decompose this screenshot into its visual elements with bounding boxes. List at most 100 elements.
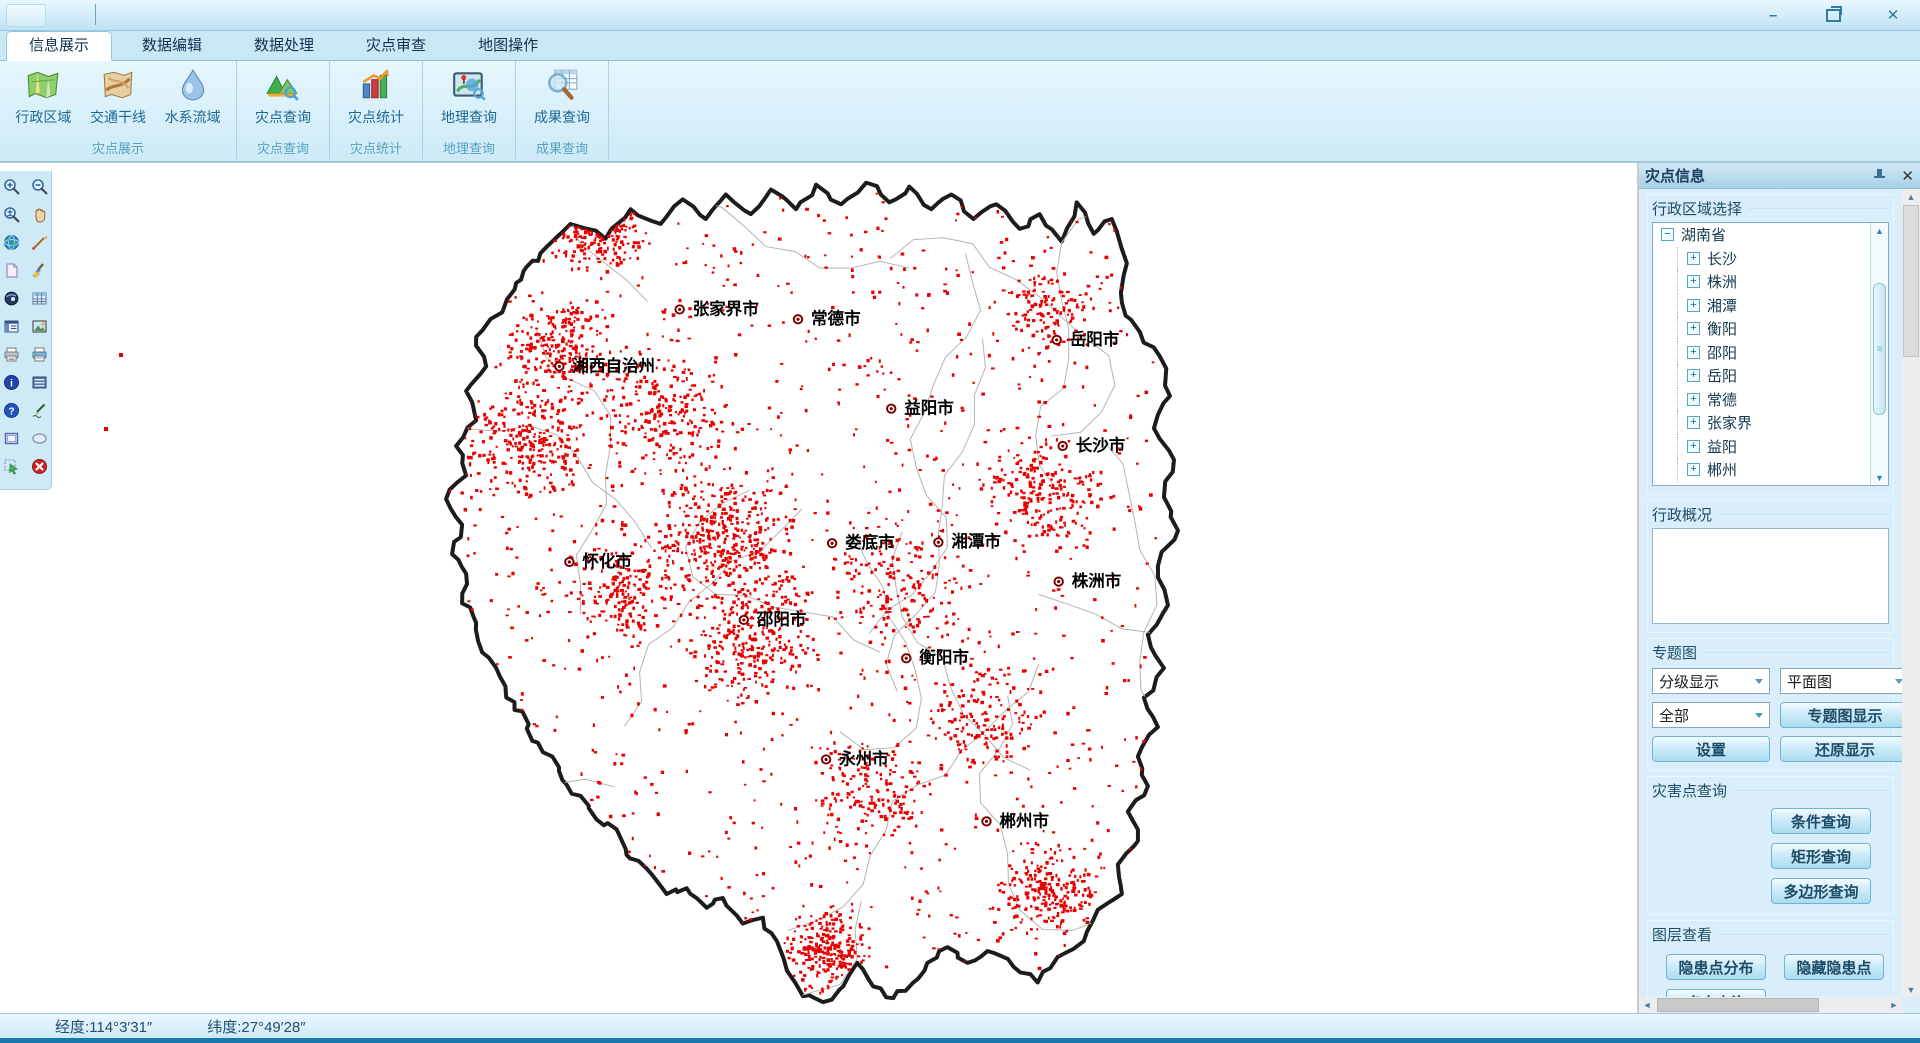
disaster-query-button[interactable]: 灾点查询 — [244, 65, 322, 127]
tree-expand-icon[interactable]: + — [1687, 440, 1700, 453]
rectangle-query-button[interactable]: 矩形查询 — [1771, 843, 1871, 869]
scroll-down-icon[interactable]: ▼ — [1902, 982, 1920, 997]
sketch-pen-button[interactable] — [28, 401, 52, 425]
tree-node-3[interactable]: +衡阳 — [1653, 317, 1888, 341]
identify-info-button[interactable]: i — [0, 373, 24, 397]
overview-eye-button[interactable] — [0, 289, 24, 313]
scroll-up-icon[interactable]: ▲ — [1902, 189, 1920, 204]
full-extent-globe-button[interactable] — [0, 233, 24, 257]
tree-expand-icon[interactable]: + — [1687, 346, 1700, 359]
tree-node-0[interactable]: +长沙 — [1653, 247, 1888, 271]
close-button[interactable]: ✕ — [1880, 5, 1906, 25]
tree-node-1[interactable]: +株洲 — [1653, 270, 1888, 294]
restore-display-button[interactable]: 还原显示 — [1780, 736, 1902, 762]
tree-node-4[interactable]: +邵阳 — [1653, 341, 1888, 365]
result-query-button[interactable]: 成果查询 — [523, 65, 601, 127]
thematic-show-button[interactable]: 专题图显示 — [1780, 702, 1902, 728]
tree-node-8[interactable]: +益阳 — [1653, 435, 1888, 459]
tree-node-2[interactable]: +湘潭 — [1653, 294, 1888, 318]
tree-expand-icon[interactable]: + — [1687, 369, 1700, 382]
restore-button[interactable] — [1820, 5, 1846, 25]
export-image-button[interactable] — [28, 317, 52, 341]
tab-0[interactable]: 信息展示 — [6, 31, 112, 61]
measure-distance-button[interactable] — [28, 233, 52, 257]
chart-type-combobox[interactable]: 平面图 — [1780, 668, 1902, 694]
tree-node-root[interactable]: −湖南省 — [1653, 223, 1888, 247]
hunan-province-map[interactable]: 张家界市常德市岳阳市湘西自治州益阳市长沙市娄底市湘潭市株洲市怀化市邵阳市衡阳市永… — [420, 165, 1182, 1010]
scroll-left-icon[interactable]: ◄ — [1639, 1000, 1655, 1010]
map-canvas[interactable]: 张家界市常德市岳阳市湘西自治州益阳市长沙市娄底市湘潭市株洲市怀化市邵阳市衡阳市永… — [0, 163, 1637, 1013]
tree-scroll-thumb[interactable]: ≡ — [1873, 283, 1886, 415]
disaster-stats-button[interactable]: 灾点统计 — [337, 65, 415, 127]
tree-expand-icon[interactable]: + — [1687, 275, 1700, 288]
ribbon-group-caption: 灾点展示 — [0, 139, 236, 161]
quick-access-button[interactable] — [6, 4, 46, 27]
click-query-button[interactable]: 点击查询 — [1666, 989, 1766, 997]
zoom-out-button[interactable] — [28, 177, 52, 201]
tree-expand-icon[interactable]: + — [1687, 322, 1700, 335]
tree-node-7[interactable]: +张家界 — [1653, 411, 1888, 435]
water-basin-button[interactable]: 水系流域 — [155, 65, 230, 127]
scroll-right-icon[interactable]: ► — [1886, 1000, 1902, 1010]
overview-textbox[interactable] — [1652, 528, 1889, 624]
quick-access-separator — [95, 4, 96, 25]
redraw-brush-button[interactable] — [28, 261, 52, 285]
hazard-distribution-button[interactable]: 隐患点分布 — [1666, 954, 1766, 980]
geo-query-button[interactable]: 地理查询 — [430, 65, 508, 127]
scroll-down-icon[interactable]: ▼ — [1871, 470, 1888, 485]
scroll-up-icon[interactable]: ▲ — [1871, 223, 1888, 238]
zoom-center-button[interactable] — [0, 205, 24, 229]
pan-hand-button[interactable] — [28, 205, 52, 229]
condition-query-button[interactable]: 条件查询 — [1771, 808, 1871, 834]
zoom-in-button[interactable] — [0, 177, 24, 201]
tree-expand-icon[interactable]: + — [1687, 416, 1700, 429]
admin-region-button[interactable]: 行政区域 — [6, 65, 81, 127]
tree-scrollbar[interactable]: ▲ ≡ ▼ — [1870, 223, 1888, 485]
print-button[interactable] — [0, 345, 24, 369]
panel-vscroll-thumb[interactable] — [1903, 205, 1919, 357]
panel-horizontal-scrollbar[interactable]: ◄ ► — [1639, 997, 1902, 1013]
settings-button[interactable]: 设置 — [1652, 736, 1770, 762]
tab-4[interactable]: 地图操作 — [456, 32, 560, 60]
rect-select-button[interactable] — [0, 429, 24, 453]
ribbon-button-label: 行政区域 — [15, 107, 71, 127]
tree-expand-icon[interactable]: + — [1687, 463, 1700, 476]
tree-collapse-icon[interactable]: − — [1661, 228, 1674, 241]
region-select-caption: 行政区域选择 — [1652, 197, 1889, 222]
panel-close-icon[interactable]: ✕ — [1901, 167, 1914, 185]
tree-node-9[interactable]: +郴州 — [1653, 458, 1888, 482]
clear-page-button[interactable] — [0, 261, 24, 285]
thematic-caption: 专题图 — [1652, 641, 1889, 666]
tab-1[interactable]: 数据编辑 — [120, 32, 224, 60]
tab-3[interactable]: 灾点审查 — [344, 32, 448, 60]
ribbon-group-caption: 地理查询 — [423, 139, 515, 161]
print-preview-button[interactable] — [28, 345, 52, 369]
help-button[interactable]: ? — [0, 401, 24, 425]
panel-vertical-scrollbar[interactable]: ▲ ▼ — [1902, 189, 1920, 997]
display-mode-combobox[interactable]: 分级显示 — [1652, 668, 1770, 694]
tree-expand-icon[interactable]: + — [1687, 252, 1700, 265]
hunan-map[interactable]: 张家界市常德市岳阳市湘西自治州益阳市长沙市娄底市湘潭市株洲市怀化市邵阳市衡阳市永… — [420, 165, 1182, 1013]
tree-expand-icon[interactable]: + — [1687, 393, 1700, 406]
traffic-line-button[interactable]: 交通干线 — [81, 65, 156, 127]
region-select-group: 行政区域选择 −湖南省+长沙+株洲+湘潭+衡阳+邵阳+岳阳+常德+张家界+益阳+… — [1647, 194, 1894, 495]
tree-expand-icon[interactable]: + — [1687, 299, 1700, 312]
sketch-pen-icon — [31, 402, 48, 424]
tree-node-6[interactable]: +常德 — [1653, 388, 1888, 412]
attribute-table-button[interactable] — [28, 289, 52, 313]
polygon-select-button[interactable] — [0, 457, 24, 481]
polygon-query-button[interactable]: 多边形查询 — [1771, 878, 1871, 904]
legend-window-button[interactable] — [28, 373, 52, 397]
minimize-button[interactable]: – — [1760, 5, 1786, 25]
tree-node-5[interactable]: +岳阳 — [1653, 364, 1888, 388]
layer-control-button[interactable] — [0, 317, 24, 341]
layer-view-caption: 图层查看 — [1652, 923, 1889, 948]
ribbon-group-4: 成果查询成果查询 — [516, 61, 609, 161]
delete-red-x-button[interactable] — [28, 457, 52, 481]
pin-icon[interactable] — [1873, 168, 1887, 184]
tab-2[interactable]: 数据处理 — [232, 32, 336, 60]
category-combobox[interactable]: 全部 — [1652, 702, 1770, 728]
panel-hscroll-thumb[interactable] — [1657, 998, 1819, 1012]
hide-hazard-button[interactable]: 隐藏隐患点 — [1784, 954, 1884, 980]
ellipse-select-button[interactable] — [28, 429, 52, 453]
